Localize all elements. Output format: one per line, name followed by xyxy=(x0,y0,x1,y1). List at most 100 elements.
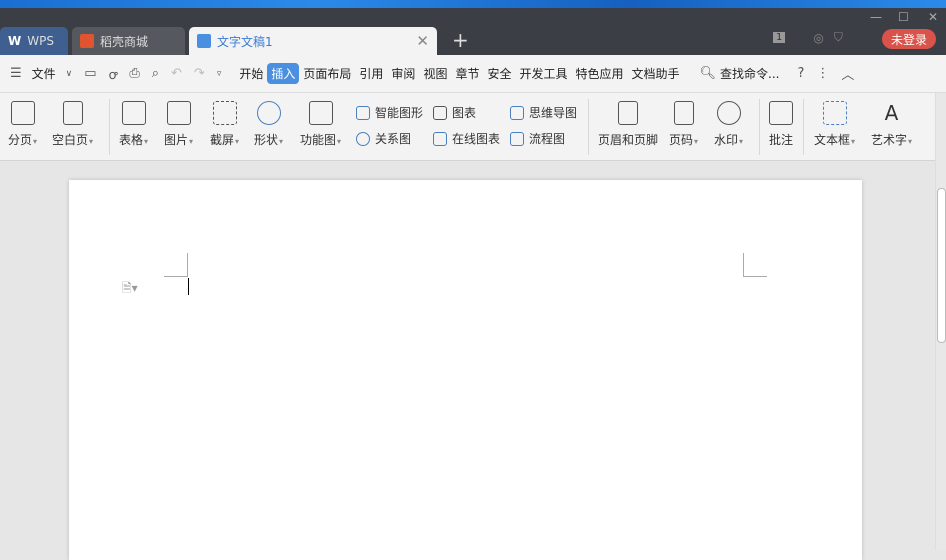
label: 水印 xyxy=(714,133,739,147)
flowchart-button[interactable]: 流程图 xyxy=(510,130,565,147)
menu-tab-layout[interactable]: 页面布局 xyxy=(299,63,355,84)
function-chart-button[interactable]: 功能图▾ xyxy=(300,101,341,148)
tab-docer-store[interactable]: 稻壳商城 xyxy=(72,27,185,55)
menu-tab-start[interactable]: 开始 xyxy=(235,63,267,84)
label: 图表 xyxy=(452,106,477,120)
text-cursor xyxy=(188,278,189,295)
search-command[interactable]: 查找命令... xyxy=(716,63,783,84)
maximize-button[interactable]: ☐ xyxy=(898,10,909,24)
comment-icon xyxy=(769,101,793,125)
desktop-strip xyxy=(0,0,946,8)
blank-page-button[interactable]: 空白页▾ xyxy=(52,101,93,148)
menu-tab-assistant[interactable]: 文档助手 xyxy=(628,63,684,84)
label: 截屏 xyxy=(210,133,235,147)
text-box-button[interactable]: 文本框▾ xyxy=(814,101,855,148)
divider xyxy=(803,99,804,155)
login-button[interactable]: 未登录 xyxy=(882,29,936,49)
online-chart-button[interactable]: 在线图表 xyxy=(433,130,500,147)
close-button[interactable]: ✕ xyxy=(928,10,938,24)
screenshot-button[interactable]: 截屏▾ xyxy=(210,101,239,148)
more-icon[interactable]: ⋮ xyxy=(816,66,829,81)
label: 图片 xyxy=(164,133,189,147)
word-art-button[interactable]: A 艺术字▾ xyxy=(871,101,912,148)
page-number-icon xyxy=(673,101,694,125)
format-painter-icon[interactable]: ꝍ xyxy=(109,65,118,83)
online-chart-icon xyxy=(433,131,447,146)
menu-tab-features[interactable]: 特色应用 xyxy=(572,63,628,84)
menu-tab-section[interactable]: 章节 xyxy=(451,63,483,84)
label: 功能图 xyxy=(300,133,337,147)
menu-icon[interactable]: ☰ xyxy=(10,66,22,81)
mind-map-button[interactable]: 思维导图 xyxy=(510,104,577,121)
label: 流程图 xyxy=(529,132,566,146)
menu-tab-insert[interactable]: 插入 xyxy=(267,63,300,84)
tab-wps[interactable]: W WPS xyxy=(0,27,68,55)
menu-tab-references[interactable]: 引用 xyxy=(355,63,387,84)
word-art-icon: A xyxy=(884,101,899,125)
header-footer-button[interactable]: 页眉和页脚 xyxy=(598,101,658,148)
relation-chart-icon xyxy=(356,131,370,146)
margin-corner-top-left xyxy=(164,253,188,277)
collapse-ribbon-icon[interactable]: ︿ xyxy=(841,64,854,83)
wps-logo-icon: W xyxy=(8,34,22,48)
help-icon[interactable]: ? xyxy=(798,66,805,81)
writer-doc-icon xyxy=(197,34,211,48)
label: 艺术字 xyxy=(871,133,908,147)
label: 页码 xyxy=(669,133,694,147)
sync-icon[interactable]: ◎ xyxy=(813,31,823,45)
picture-button[interactable]: 图片▾ xyxy=(164,101,193,148)
redo-icon[interactable]: ↷ xyxy=(194,66,205,81)
shape-icon xyxy=(256,101,281,125)
minimize-button[interactable]: — xyxy=(870,10,882,24)
menu-tab-view[interactable]: 视图 xyxy=(419,63,451,84)
mind-map-icon xyxy=(510,105,524,120)
header-footer-icon xyxy=(618,101,638,125)
file-menu[interactable]: 文件 xyxy=(28,63,60,84)
page-break-button[interactable]: 分页▾ xyxy=(8,101,37,148)
close-tab-icon[interactable]: ✕ xyxy=(416,32,429,50)
skin-icon[interactable]: ⛉ xyxy=(834,30,843,45)
document-page[interactable]: 🗎▾ xyxy=(69,180,862,560)
relation-chart-button[interactable]: 关系图 xyxy=(356,130,411,147)
menu-tab-review[interactable]: 审阅 xyxy=(387,63,419,84)
new-tab-button[interactable]: + xyxy=(452,28,469,52)
print-icon[interactable]: ⎙ xyxy=(129,66,139,81)
label: 思维导图 xyxy=(529,106,578,120)
paragraph-layout-icon[interactable]: 🗎▾ xyxy=(122,279,138,300)
divider xyxy=(759,99,760,155)
undo-icon[interactable]: ↶ xyxy=(171,66,182,81)
vertical-scrollbar[interactable] xyxy=(935,93,946,550)
scrollbar-thumb[interactable] xyxy=(937,188,946,343)
label: 批注 xyxy=(769,133,794,147)
chevron-down-icon[interactable]: ∨ xyxy=(66,69,73,79)
chart-icon xyxy=(433,105,447,120)
watermark-button[interactable]: 水印▾ xyxy=(714,101,743,148)
picture-icon xyxy=(166,101,191,125)
page-number-button[interactable]: 页码▾ xyxy=(669,101,698,148)
label: 关系图 xyxy=(375,132,412,146)
search-icon: 🔍︎ xyxy=(699,66,717,81)
ribbon-insert: 分页▾ 空白页▾ 表格▾ 图片▾ 截屏▾ 形状▾ 功能图▾ 智能图形 图表 思维… xyxy=(0,93,935,161)
menu-tab-developer[interactable]: 开发工具 xyxy=(515,63,571,84)
comment-button[interactable]: 批注 xyxy=(769,101,793,148)
menu-tab-security[interactable]: 安全 xyxy=(483,63,515,84)
print-preview-icon[interactable]: ⌕ xyxy=(152,66,159,81)
text-box-icon xyxy=(822,101,847,125)
page-break-icon xyxy=(10,101,35,125)
customize-icon[interactable]: ▿ xyxy=(217,69,222,79)
label: 形状 xyxy=(254,133,279,147)
table-icon xyxy=(121,101,146,125)
divider xyxy=(109,99,110,155)
shape-button[interactable]: 形状▾ xyxy=(254,101,283,148)
label: 页眉和页脚 xyxy=(598,133,659,147)
label: 空白页 xyxy=(52,133,89,147)
label: 分页 xyxy=(8,133,33,147)
page-count-badge[interactable]: 1 xyxy=(773,32,786,43)
save-icon[interactable]: ▭ xyxy=(84,66,96,81)
tab-document[interactable]: 文字文稿1 ✕ xyxy=(189,27,437,55)
title-bar: W WPS 稻壳商城 文字文稿1 ✕ + — ☐ ✕ 1 ◎ ⛉ 未登录 xyxy=(0,8,946,55)
table-button[interactable]: 表格▾ xyxy=(119,101,148,148)
function-chart-icon xyxy=(308,101,333,125)
smart-shape-button[interactable]: 智能图形 xyxy=(356,104,423,121)
chart-button[interactable]: 图表 xyxy=(433,104,476,121)
